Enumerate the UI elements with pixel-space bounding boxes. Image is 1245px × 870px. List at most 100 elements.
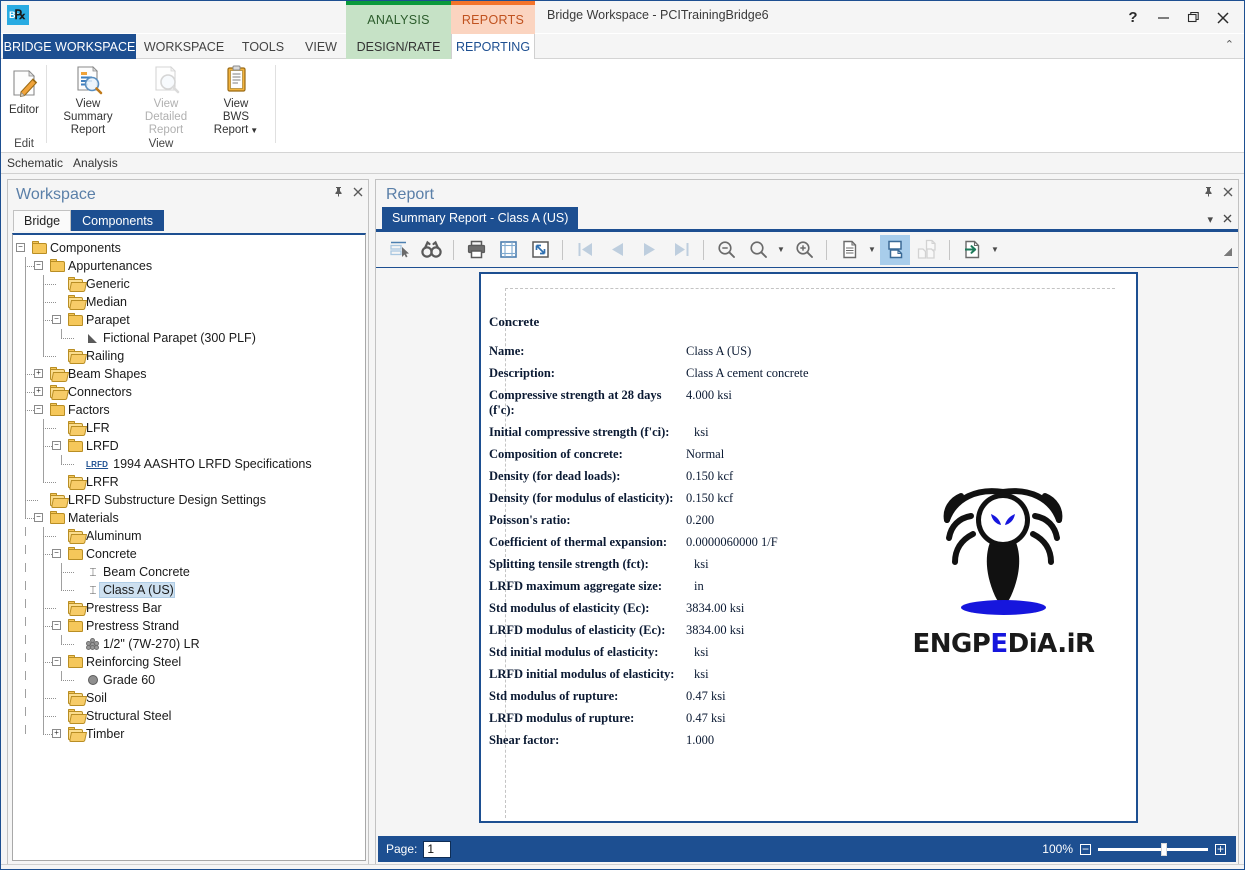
page-setup-button[interactable] <box>493 235 523 265</box>
continuous-page-button[interactable] <box>880 234 910 265</box>
report-field-label: Std modulus of rupture: <box>489 689 619 703</box>
expand-icon[interactable]: + <box>52 729 61 738</box>
help-button[interactable]: ? <box>1118 4 1148 32</box>
pin-icon[interactable] <box>333 186 344 199</box>
report-field-label: LRFD initial modulus of elasticity: <box>489 667 675 681</box>
report-pin-icon[interactable] <box>1203 186 1214 199</box>
tab-tools[interactable]: TOOLS <box>230 34 296 59</box>
toolbar-resize-grip[interactable] <box>1224 248 1232 256</box>
tree-item-connectors[interactable]: + Connectors <box>13 383 365 401</box>
tab-components[interactable]: Components <box>71 210 165 231</box>
collapse-icon[interactable]: − <box>34 513 43 522</box>
zoom-slider[interactable] <box>1098 842 1208 856</box>
collapse-icon[interactable]: − <box>16 243 25 252</box>
tree-item-materials[interactable]: − Materials <box>13 509 365 527</box>
zoom-in-button[interactable] <box>789 235 819 265</box>
view-bws-report-button[interactable]: View BWS Report ▼ <box>203 59 269 136</box>
editor-button[interactable]: Editor <box>1 59 47 131</box>
page-number-input[interactable] <box>423 840 452 858</box>
tree-item-beam-shapes[interactable]: + Beam Shapes <box>13 365 365 383</box>
parapet-icon <box>86 332 100 344</box>
export-dropdown-caret-icon[interactable]: ▼ <box>989 235 1001 265</box>
zoom-button[interactable] <box>743 235 773 265</box>
report-view[interactable]: Concrete Name: Class A (US) Description: Cl… <box>378 272 1226 832</box>
tree-item-factors[interactable]: − Factors <box>13 401 365 419</box>
tree-item-1994-aashto-lrfd-specifications[interactable]: LRFD 1994 AASHTO LRFD Specifications <box>13 455 365 473</box>
tree-item-generic[interactable]: Generic <box>13 275 365 293</box>
tree-item-beam-concrete[interactable]: ⌶ Beam Concrete <box>13 563 365 581</box>
tab-design-rate[interactable]: DESIGN/RATE <box>346 34 451 59</box>
tree-item-prestress-bar[interactable]: Prestress Bar <box>13 599 365 617</box>
workspace-close-icon[interactable] <box>353 187 363 199</box>
collapse-icon[interactable]: − <box>52 621 61 630</box>
expand-icon[interactable]: + <box>34 387 43 396</box>
tree-item-content: Aluminum <box>68 529 142 543</box>
tree-item-railing[interactable]: Railing <box>13 347 365 365</box>
tree-elbow <box>61 680 74 681</box>
folder-open-icon <box>50 511 65 524</box>
tree-item-median[interactable]: Median <box>13 293 365 311</box>
collapse-icon[interactable]: − <box>34 405 43 414</box>
collapse-icon[interactable]: − <box>34 261 43 270</box>
collapse-icon[interactable]: − <box>52 315 61 324</box>
tree-item-lrfd[interactable]: − LRFD <box>13 437 365 455</box>
document-map-button[interactable] <box>384 235 414 265</box>
tree-item-class-a-us[interactable]: ⌶ Class A (US) <box>13 581 365 599</box>
zoom-out-stepper[interactable]: − <box>1080 843 1091 855</box>
tree-item-lfr[interactable]: LFR <box>13 419 365 437</box>
tree-item-timber[interactable]: + Timber <box>13 725 365 743</box>
tab-bridge[interactable]: Bridge <box>13 210 72 231</box>
collapse-icon[interactable]: − <box>52 441 61 450</box>
zoom-out-button[interactable] <box>711 235 741 265</box>
tree-item-appurtenances[interactable]: − Appurtenances <box>13 257 365 275</box>
zoom-slider-thumb[interactable] <box>1161 842 1167 856</box>
tab-view[interactable]: VIEW <box>296 34 346 59</box>
tree-item-reinforcing-steel[interactable]: − Reinforcing Steel <box>13 653 365 671</box>
tree-item-soil[interactable]: Soil <box>13 689 365 707</box>
find-button[interactable] <box>416 235 446 265</box>
tree-item-structural-steel[interactable]: Structural Steel <box>13 707 365 725</box>
tree-item-1-2-7w-270-lr[interactable]: 1/2" (7W-270) LR <box>13 635 365 653</box>
component-tree[interactable]: − Components − Appurtenances Generic Median − P… <box>12 233 366 861</box>
collapse-ribbon-button[interactable]: ⌃ <box>1225 38 1234 51</box>
tree-guideline <box>25 725 26 734</box>
workspace-panel-header: Workspace <box>8 180 368 210</box>
tab-list-chevron-icon[interactable]: ▾ <box>1207 214 1213 226</box>
tree-item-lrfr[interactable]: LRFR <box>13 473 365 491</box>
single-page-button[interactable] <box>834 235 864 265</box>
tree-item-label: LRFD Substructure Design Settings <box>68 493 267 507</box>
zoom-dropdown-caret-icon[interactable]: ▼ <box>775 235 787 265</box>
restore-button[interactable] <box>1178 4 1208 32</box>
chevron-down-icon[interactable]: ▼ <box>248 126 258 135</box>
tree-item-aluminum[interactable]: Aluminum <box>13 527 365 545</box>
schematic-button[interactable]: Schematic <box>7 156 63 170</box>
tree-item-concrete[interactable]: − Concrete <box>13 545 365 563</box>
report-close-icon[interactable] <box>1223 187 1233 199</box>
tree-item-fictional-parapet-300-plf[interactable]: Fictional Parapet (300 PLF) <box>13 329 365 347</box>
tab-reporting[interactable]: REPORTING <box>451 34 535 59</box>
tree-item-lrfd-substructure-design-settings[interactable]: LRFD Substructure Design Settings <box>13 491 365 509</box>
analysis-button[interactable]: Analysis <box>73 156 118 170</box>
tree-item-prestress-strand[interactable]: − Prestress Strand <box>13 617 365 635</box>
close-button[interactable] <box>1208 4 1238 32</box>
zoom-in-stepper[interactable]: + <box>1215 843 1226 855</box>
collapse-icon[interactable]: − <box>52 549 61 558</box>
tab-workspace[interactable]: WORKSPACE <box>138 34 230 59</box>
tab-bridge-workspace[interactable]: BRIDGE WORKSPACE <box>3 34 136 59</box>
tree-item-content: Appurtenances <box>50 259 152 273</box>
page-view-dropdown-caret-icon[interactable]: ▼ <box>866 235 878 265</box>
minimize-button[interactable] <box>1148 4 1178 32</box>
print-button[interactable] <box>461 235 491 265</box>
tree-item-content: Structural Steel <box>68 709 171 723</box>
export-button[interactable] <box>957 235 987 265</box>
tree-item-parapet[interactable]: − Parapet <box>13 311 365 329</box>
print-layout-button[interactable] <box>525 235 555 265</box>
report-tab-close-icon[interactable] <box>1223 214 1232 226</box>
tree-item-components[interactable]: − Components <box>13 239 365 257</box>
expand-icon[interactable]: + <box>34 369 43 378</box>
tree-item-grade-60[interactable]: Grade 60 <box>13 671 365 689</box>
report-tab-summary[interactable]: Summary Report - Class A (US) <box>382 207 579 229</box>
view-summary-report-button[interactable]: View Summary Report <box>47 59 129 136</box>
collapse-icon[interactable]: − <box>52 657 61 666</box>
report-panel: Report Summary Report - Class A (US) ▾ ▼… <box>375 179 1239 865</box>
